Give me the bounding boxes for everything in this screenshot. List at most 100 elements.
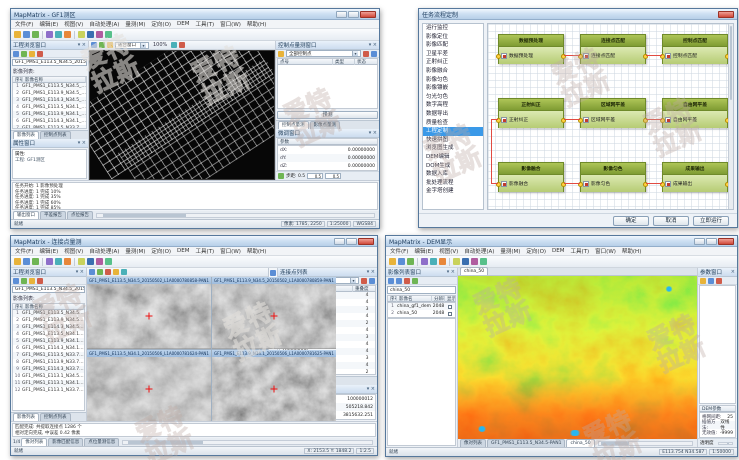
tab-image-point[interactable]: 影像点量测	[310, 121, 341, 129]
tab-image[interactable]: GF1_PMS1_E113.5_N34.5-PAN1	[487, 439, 565, 447]
zoom-icon[interactable]	[97, 269, 103, 275]
tab-image-list[interactable]: 影像列表	[13, 413, 39, 421]
panel-close-icon[interactable]: ▾ ×	[78, 140, 86, 146]
image-file-row[interactable]: 9 GF1_PMS1_E114.3_N33.7_20150510_L1A0000…	[13, 366, 84, 373]
zoom-out-icon[interactable]	[55, 31, 62, 38]
flow-node[interactable]: 正射纠正正射纠正	[498, 98, 564, 128]
ok-button[interactable]: 确定	[613, 216, 649, 226]
menu-item[interactable]: 帮助(H)	[247, 247, 266, 255]
workflow-step-item[interactable]: DOM生成	[423, 162, 483, 171]
flow-node[interactable]: 数据预处理数据预处理	[498, 34, 564, 64]
folder-icon[interactable]	[29, 51, 35, 57]
adjust-icon[interactable]	[96, 258, 103, 265]
match-icon[interactable]	[87, 31, 94, 38]
run-now-button[interactable]: 立即运行	[693, 216, 729, 226]
image-file-row[interactable]: 2 GF1_PMS1_E113.9_N34.5_20150502_L1A0000…	[13, 90, 86, 97]
menu-item[interactable]: DEM	[177, 21, 189, 27]
image-viewport[interactable]: GF1_PMS1_E113.9_N34.5_20150502_L1A000078…	[212, 277, 336, 349]
workflow-step-item[interactable]: 卫星平差	[423, 50, 483, 59]
horizontal-scrollbar[interactable]	[598, 441, 693, 446]
close-button[interactable]	[358, 238, 374, 245]
image-file-row[interactable]: 3 GF1_PMS1_E114.3_N34.5_20150502_L1A0000…	[13, 324, 84, 331]
menu-item[interactable]: 窗口(W)	[595, 247, 616, 255]
image-viewport[interactable]: GF1_PMS1_E113.5_N34.1_20150506_L1A000078…	[87, 350, 211, 422]
add-image-icon[interactable]	[21, 278, 27, 284]
workflow-step-item[interactable]: 影像定位	[423, 33, 483, 42]
image-file-row[interactable]: 2 GF1_PMS1_E113.9_N34.5_20150502_L1A0000…	[13, 317, 84, 324]
vertical-scrollbar[interactable]	[728, 24, 733, 209]
mosaic-icon[interactable]	[489, 258, 496, 265]
tool-icon[interactable]	[270, 270, 276, 276]
menu-item[interactable]: 帮助(H)	[247, 20, 266, 28]
folder-icon[interactable]	[700, 278, 706, 284]
flow-node[interactable]: 影像匀色影像匀色	[580, 162, 646, 192]
menu-item[interactable]: 编辑(E)	[39, 247, 58, 255]
menu-item[interactable]: 工具(T)	[196, 20, 215, 28]
zoom-in-icon[interactable]	[421, 258, 428, 265]
image-file-row[interactable]: 12 GF1_PMS1_E113.1_N33.7_20150510_L1A000…	[13, 387, 84, 394]
image-file-row[interactable]: 8 GF1_PMS1_E113.9_N33.7_20150510_L1A0000…	[13, 359, 84, 366]
dem-icon[interactable]	[480, 258, 487, 265]
image-file-row[interactable]: 10 GF1_PMS1_E113.1_N34.5_20150502_L1A000…	[13, 373, 84, 380]
workflow-step-item[interactable]: 数据入库	[423, 170, 483, 179]
menu-item[interactable]: 编辑(E)	[39, 20, 58, 28]
minimize-button[interactable]	[334, 238, 345, 245]
menu-item[interactable]: 量测(M)	[125, 247, 145, 255]
delete-icon[interactable]	[404, 278, 410, 284]
titlebar[interactable]: MapMatrix - 连接点量测	[11, 236, 377, 247]
visible-checkbox[interactable]	[448, 305, 452, 309]
menu-item[interactable]: 定向(O)	[151, 20, 171, 28]
workflow-step-item[interactable]: DEM编辑	[423, 153, 483, 162]
menu-item[interactable]: 自动处理(A)	[464, 247, 494, 255]
maximize-button[interactable]	[348, 11, 359, 18]
layer-name-input[interactable]: china_50	[387, 286, 456, 294]
workflow-step-item[interactable]: 批处理流程	[423, 179, 483, 188]
remove-icon[interactable]	[37, 51, 43, 57]
delete-icon[interactable]	[361, 278, 367, 284]
menu-item[interactable]: 自动处理(A)	[89, 247, 119, 255]
open-icon[interactable]	[398, 258, 405, 265]
flow-node[interactable]: 影像融合影像融合	[498, 162, 564, 192]
zoom-out-icon[interactable]	[55, 258, 62, 265]
minimize-button[interactable]	[336, 11, 347, 18]
settings-icon[interactable]	[123, 31, 130, 38]
menu-item[interactable]: 自动处理(A)	[89, 20, 119, 28]
close-button[interactable]	[718, 11, 734, 18]
save-icon[interactable]	[32, 258, 39, 265]
workflow-step-item[interactable]: 正射纠正	[423, 58, 483, 67]
open-icon[interactable]	[23, 258, 30, 265]
close-button[interactable]	[360, 11, 376, 18]
menu-item[interactable]: 定向(O)	[526, 247, 546, 255]
tab-pair-list[interactable]: 像对列表	[460, 439, 486, 447]
adjust-icon[interactable]	[471, 258, 478, 265]
add-image-icon[interactable]	[21, 51, 27, 57]
image-file-row[interactable]: 6 GF1_PMS1_E114.3_N34.1_20150506_L1A0000…	[13, 345, 84, 352]
image-file-row[interactable]: 5 GF1_PMS1_E113.9_N34.1_20150506_L1A0000…	[13, 111, 86, 118]
step-spinner-x[interactable]: 0.5	[307, 173, 323, 179]
menu-item[interactable]: 量测(M)	[125, 20, 145, 28]
menu-item[interactable]: 视图(V)	[64, 20, 83, 28]
up-icon[interactable]	[388, 278, 394, 284]
refresh-icon[interactable]	[13, 51, 19, 57]
delete-icon[interactable]	[363, 51, 369, 57]
save-icon[interactable]	[32, 31, 39, 38]
step-spinner-y[interactable]: 0.5	[325, 173, 341, 179]
image-file-row[interactable]: 4 GF1_PMS1_E113.5_N34.1_20150506_L1A0000…	[13, 331, 84, 338]
dialog-titlebar[interactable]: 任务流程定制	[419, 9, 737, 20]
grid-icon[interactable]	[171, 42, 177, 48]
save-icon[interactable]	[407, 258, 414, 265]
delete-icon[interactable]	[716, 278, 722, 284]
tab-gcp-measure[interactable]: 控制点量测	[278, 121, 309, 129]
menu-item[interactable]: 编辑(E)	[414, 247, 433, 255]
tab-gcp-list[interactable]: 控制点列表	[40, 131, 71, 139]
workflow-step-item[interactable]: 影像融合	[423, 67, 483, 76]
dem-icon[interactable]	[105, 258, 112, 265]
cancel-button[interactable]: 取消	[653, 216, 689, 226]
flow-node[interactable]: 成果输出成果输出	[662, 162, 728, 192]
image-file-row[interactable]: 5 GF1_PMS1_E113.9_N34.1_20150506_L1A0000…	[13, 338, 84, 345]
panel-close-icon[interactable]: ▾ ×	[78, 42, 86, 48]
refresh-icon[interactable]	[13, 278, 19, 284]
zoom-combo[interactable]: 适合窗口▾	[115, 42, 149, 49]
image-file-row[interactable]: 7 GF1_PMS1_E113.5_N33.7_20150510_L1A0000…	[13, 125, 86, 129]
menu-item[interactable]: 视图(V)	[439, 247, 458, 255]
